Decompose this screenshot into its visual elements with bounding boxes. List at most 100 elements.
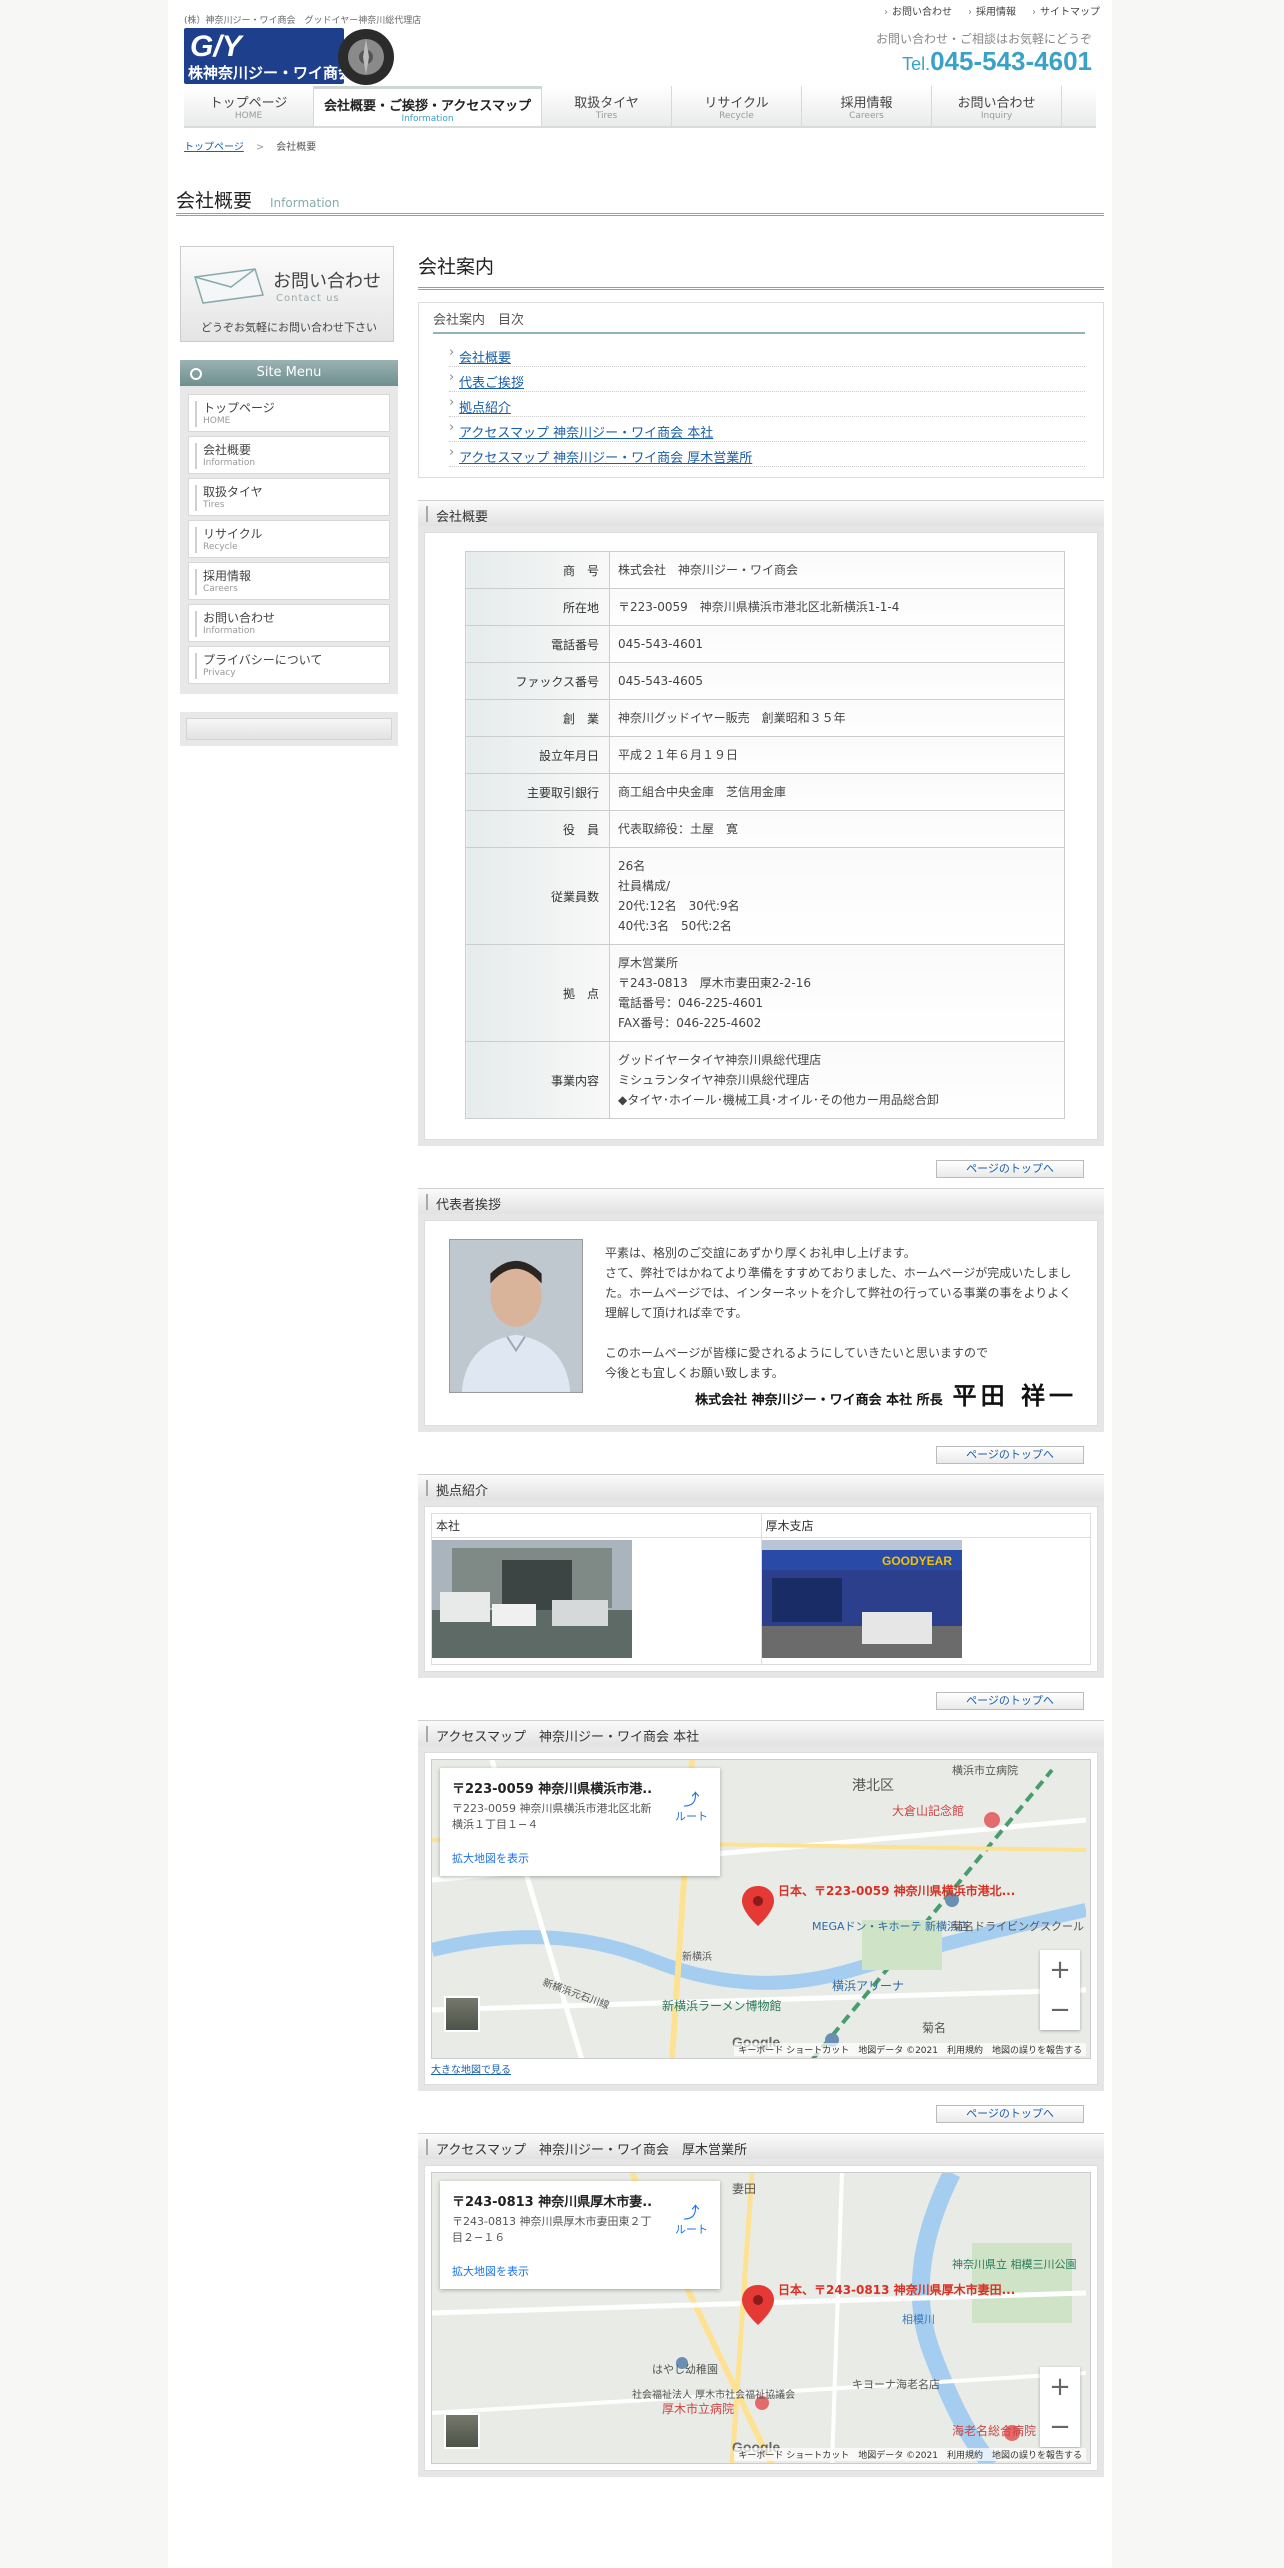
top-link-careers[interactable]: 採用情報	[968, 3, 1016, 18]
map-label-arena: 横浜アリーナ	[832, 1979, 904, 1993]
map-label-ebina-hospital: 海老名総合病院	[952, 2423, 1036, 2438]
large-map-link[interactable]: 大きな地図で見る	[431, 2061, 1091, 2076]
nav-tires[interactable]: 取扱タイヤ Tires	[542, 86, 672, 126]
map-card-title: 〒243-0813 神奈川県厚木市妻...	[452, 2195, 652, 2210]
sidebar-item-tires[interactable]: 取扱タイヤ Tires	[188, 478, 390, 516]
breadcrumb-separator: >	[255, 142, 265, 153]
toc-link-bases[interactable]: 拠点紹介	[459, 401, 511, 416]
section-heading: アクセスマップ 神奈川ジー・ワイ商会 厚木営業所	[418, 2133, 1104, 2159]
zoom-in-button[interactable]: +	[1040, 1950, 1080, 1990]
google-map-hq[interactable]: 港北区 大倉山記念館 新横浜 新横浜ラーメン博物館 横浜アリーナ 菊名 MEGA…	[431, 1759, 1091, 2059]
row-line: FAX番号：046-225-4602	[618, 1016, 762, 1030]
tel-number[interactable]: 045-543-4601	[930, 46, 1092, 76]
map-footer[interactable]: キーボード ショートカット 地図データ ©2021 利用規約 地図の誤りを報告す…	[734, 2043, 1086, 2056]
to-top-row: ページのトップへ	[418, 2091, 1104, 2129]
sidebar-item-careers[interactable]: 採用情報 Careers	[188, 562, 390, 600]
row-label: 役 員	[465, 810, 610, 848]
toc-link-map-atsugi[interactable]: アクセスマップ 神奈川ジー・ワイ商会 厚木営業所	[459, 451, 752, 466]
top-link-sitemap[interactable]: サイトマップ	[1032, 3, 1100, 18]
sidebar-item-privacy[interactable]: プライバシーについて Privacy	[188, 646, 390, 684]
toc-link-overview[interactable]: 会社概要	[459, 351, 511, 366]
tel-prefix: Tel.	[902, 54, 931, 74]
toc-link-map-hq[interactable]: アクセスマップ 神奈川ジー・ワイ商会 本社	[459, 426, 713, 441]
table-row: 所在地 〒223-0059 神奈川県横浜市港北区北新横浜1-1-4	[465, 588, 1065, 626]
sidebar-item-sublabel: Information	[203, 458, 256, 468]
nav-home[interactable]: トップページ HOME	[184, 86, 314, 126]
greeting-line	[605, 1323, 1075, 1343]
nav-label: 会社概要・ご挨拶・アクセスマップ	[324, 99, 531, 114]
row-value: グッドイヤータイヤ神奈川県総代理店 ミシュランタイヤ神奈川県総代理店 ◆タイヤ･…	[609, 1041, 1065, 1119]
to-top-button[interactable]: ページのトップへ	[936, 1692, 1084, 1710]
to-top-button[interactable]: ページのトップへ	[936, 1160, 1084, 1178]
route-button[interactable]: ⤴ ルート	[675, 2199, 708, 2237]
nav-recycle[interactable]: リサイクル Recycle	[672, 86, 802, 126]
row-label: 商 号	[465, 551, 610, 589]
header-tel: Tel.045-543-4601	[902, 46, 1092, 77]
row-line: ミシュランタイヤ神奈川県総代理店	[618, 1073, 810, 1087]
base-hq: 本社	[432, 1514, 762, 1664]
global-nav: トップページ HOME 会社概要・ご挨拶・アクセスマップ Information 取…	[184, 86, 1096, 128]
nav-careers[interactable]: 採用情報 Careers	[802, 86, 932, 126]
sidebar-item-recycle[interactable]: リサイクル Recycle	[188, 520, 390, 558]
nav-sublabel: Recycle	[719, 111, 754, 121]
to-top-button[interactable]: ページのトップへ	[936, 2105, 1084, 2123]
map-info-card: 〒243-0813 神奈川県厚木市妻... 〒243-0813 神奈川県厚木市妻…	[440, 2181, 720, 2289]
site-menu-title: Site Menu	[180, 360, 398, 386]
zoom-out-button[interactable]: −	[1040, 1990, 1080, 2030]
row-value: 26名 社員構成/ 20代:12名 30代:9名 40代:3名 50代:2名	[609, 847, 1065, 945]
nav-inquiry[interactable]: お問い合わせ Inquiry	[932, 86, 1062, 126]
satellite-toggle[interactable]	[444, 1996, 480, 2032]
sidebar-item-label: 採用情報	[203, 569, 252, 583]
sidebar-item-home[interactable]: トップページ HOME	[188, 394, 390, 432]
zoom-out-button[interactable]: −	[1040, 2407, 1080, 2447]
row-label: 事業内容	[465, 1041, 610, 1119]
sidebar-item-information[interactable]: 会社概要 Information	[188, 436, 390, 474]
nav-information[interactable]: 会社概要・ご挨拶・アクセスマップ Information	[314, 86, 542, 126]
table-row: 創 業神奈川グッドイヤー販売 創業昭和３５年	[465, 699, 1065, 737]
section-heading: 会社概要	[418, 500, 1104, 526]
page-shell: (株）神奈川ジー・ワイ商会 グッドイヤー神奈川総代理店 G/Y 株神奈川ジー・ワ…	[168, 0, 1112, 2568]
main-heading: 会社案内	[418, 252, 1104, 290]
map-footer[interactable]: キーボード ショートカット 地図データ ©2021 利用規約 地図の誤りを報告す…	[734, 2448, 1086, 2461]
map-label-shinyokohama: 新横浜	[682, 1950, 712, 1963]
atsugi-branch-photo: GOODYEAR	[761, 1540, 962, 1658]
map-hq-section: アクセスマップ 神奈川ジー・ワイ商会 本社 港北区 大倉山記念館 新横浜 新横浜…	[418, 1720, 1104, 2091]
row-value: 株式会社 神奈川ジー・ワイ商会	[609, 551, 1065, 589]
site-menu: トップページ HOME 会社概要 Information 取扱タイヤ Tires リサ…	[180, 386, 398, 694]
route-button[interactable]: ⤴ ルート	[675, 1786, 708, 1824]
map-enlarge-link[interactable]: 拡大地図を表示	[452, 1850, 529, 1866]
to-top-button[interactable]: ページのトップへ	[936, 1446, 1084, 1464]
map-pin-label: 日本、〒243-0813 神奈川県厚木市妻田...	[778, 2283, 1016, 2297]
row-value: 代表取締役：土屋 寛	[609, 810, 1065, 848]
row-value: 厚木営業所 〒243-0813 厚木市妻田東2-2-16 電話番号：046-22…	[609, 944, 1065, 1042]
sidebar-contact-banner[interactable]: お問い合わせ Contact us どうぞお気軽にお問い合わせ下さい	[180, 246, 394, 342]
sidebar-item-inquiry[interactable]: お問い合わせ Information	[188, 604, 390, 642]
row-line: 社員構成/	[618, 879, 671, 893]
signature-title: 株式会社 神奈川ジー・ワイ商会 本社 所長	[695, 1393, 943, 1408]
greeting-signature: 株式会社 神奈川ジー・ワイ商会 本社 所長 平田 祥一	[695, 1376, 1077, 1411]
base-label: 厚木支店	[761, 1514, 1090, 1538]
google-map-atsugi[interactable]: 妻田 神奈川県立 相模三川公園 はやし幼稚園 厚木市立病院 海老名総合病院 キヨ…	[431, 2172, 1091, 2464]
map-label-park: 神奈川県立 相模三川公園	[952, 2257, 1077, 2271]
toc-link-greeting[interactable]: 代表ご挨拶	[459, 376, 524, 391]
row-label: 拠 点	[465, 944, 610, 1042]
company-logo[interactable]: G/Y 株神奈川ジー・ワイ商会	[184, 26, 394, 88]
toc-title: 会社案内 目次	[433, 309, 1085, 334]
nav-label: お問い合わせ	[957, 96, 1036, 111]
nav-sublabel: Information	[401, 114, 454, 124]
sidebar-footer-bar	[186, 718, 392, 740]
map-label-welfare: 社会福祉法人 厚木市社会福祉協議会	[632, 2388, 795, 2401]
breadcrumb-current: 会社概要	[276, 142, 317, 153]
top-link-contact[interactable]: お問い合わせ	[884, 3, 952, 18]
envelope-icon	[194, 268, 264, 304]
map-enlarge-link[interactable]: 拡大地図を表示	[452, 2263, 529, 2279]
breadcrumb-home[interactable]: トップページ	[184, 142, 244, 153]
satellite-toggle[interactable]	[444, 2413, 480, 2449]
hq-building-photo	[432, 1540, 632, 1658]
top-links: お問い合わせ 採用情報 サイトマップ	[884, 3, 1100, 18]
map-label-okurayama: 大倉山記念館	[892, 1803, 964, 1818]
map-card-address: 〒223-0059 神奈川県横浜市港北区北新横浜１丁目１−４	[452, 1802, 652, 1831]
zoom-in-button[interactable]: +	[1040, 2367, 1080, 2407]
table-row: ファックス番号 045-543-4605	[465, 662, 1065, 700]
map-label-kohoku: 港北区	[852, 1778, 894, 1794]
